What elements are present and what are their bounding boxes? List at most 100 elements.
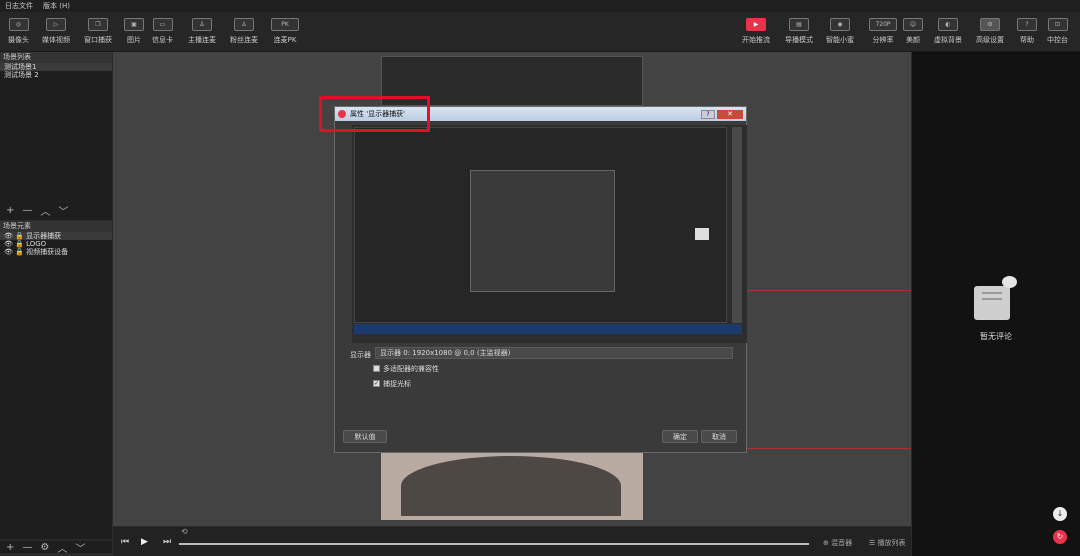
element-label: LOGO: [26, 240, 47, 248]
element-label: 视频捕获设备: [26, 248, 69, 256]
nested-app-image: [354, 127, 727, 323]
eye-icon[interactable]: 👁: [4, 232, 13, 240]
toolbar-label: 摄像头: [8, 36, 29, 44]
help-icon: ?: [1017, 18, 1037, 31]
virtual-bg-icon: ◐: [938, 18, 958, 31]
remove-icon[interactable]: —: [22, 205, 32, 216]
lock-icon[interactable]: 🔒: [15, 248, 24, 256]
refresh-icon[interactable]: ↻: [1053, 530, 1067, 544]
eye-icon[interactable]: 👁: [4, 248, 13, 256]
taskbar-image: [354, 324, 742, 334]
toolbar-label: 分辨率: [872, 36, 894, 44]
scene-item[interactable]: 测试场景1: [0, 63, 112, 71]
display-label: 显示器: [350, 351, 371, 359]
toolbar-button-beauty[interactable]: ☺ 美颜: [903, 18, 923, 45]
scene-item[interactable]: 测试场景 2: [0, 71, 112, 79]
toolbar: ◎ 摄像头 ▷ 媒体视频 ❐ 窗口捕获 ▣ 图片 ▭ 信息卡 ♙ 主播连麦 ♙ 粉丝连麦 PK 连麦PK ▶ 开始…: [0, 12, 1080, 52]
toolbar-label: 连麦PK: [273, 36, 297, 44]
nested-comment-icon: [695, 228, 709, 240]
toolbar-label: 粉丝连麦: [230, 36, 258, 44]
toolbar-button-image[interactable]: ▣ 图片: [124, 18, 144, 45]
empty-comment-icon: [970, 276, 1018, 322]
nested-dialog-image: [470, 170, 615, 292]
display-select-value: 显示器 0: 1920x1080 @ 0,0 (主监视器): [380, 349, 511, 357]
toolbar-label: 信息卡: [152, 36, 173, 44]
image-icon: ▣: [124, 18, 144, 31]
toolbar-button-help[interactable]: ? 帮助: [1017, 18, 1037, 45]
toolbar-button-settings[interactable]: ⚙ 高级设置: [976, 18, 1004, 45]
next-icon[interactable]: ⏭: [163, 537, 171, 547]
toolbar-label: 窗口捕获: [84, 36, 112, 44]
toolbar-button-stream[interactable]: ▶ 开始推流: [742, 18, 770, 45]
menu-log-file[interactable]: 日志文件: [5, 1, 33, 11]
menu-version[interactable]: 版本 (H): [43, 1, 70, 11]
toolbar-button-camera[interactable]: ◎ 摄像头: [8, 18, 29, 45]
settings-icon: ⚙: [980, 18, 1000, 31]
defaults-button[interactable]: 默认值: [343, 430, 387, 443]
dialog-preview-image: [352, 125, 747, 343]
multi-adapter-checkbox[interactable]: [373, 365, 380, 372]
toolbar-button-resolution[interactable]: 720P 分辨率: [869, 18, 897, 45]
toolbar-label: 中控台: [1047, 36, 1068, 44]
director-icon: ▤: [789, 18, 809, 31]
up-icon[interactable]: ︿: [40, 203, 50, 218]
remove-icon[interactable]: —: [22, 542, 32, 553]
previous-icon[interactable]: ⏮: [121, 537, 129, 547]
loop-icon[interactable]: ⟲: [181, 527, 188, 536]
multi-adapter-label: 多适配器的兼容性: [383, 365, 439, 373]
display-select[interactable]: 显示器 0: 1920x1080 @ 0,0 (主监视器): [375, 347, 733, 359]
comment-panel: 暂无评论 ↓ ↻: [912, 52, 1080, 556]
lock-icon[interactable]: 🔒: [15, 232, 24, 240]
progress-slider[interactable]: [179, 543, 809, 545]
element-item[interactable]: 👁 🔒 显示器捕获: [0, 232, 112, 240]
toolbar-button-assistant[interactable]: ◉ 智能小蜜: [826, 18, 854, 45]
element-item[interactable]: 👁 🔒 LOGO: [0, 240, 112, 248]
toolbar-button-pk[interactable]: PK 连麦PK: [271, 18, 299, 45]
toolbar-button-console[interactable]: ⊡ 中控台: [1047, 18, 1068, 45]
toolbar-label: 开始推流: [742, 36, 770, 44]
properties-dialog: 属性 '显示器捕获' ? ✕ 显示器 显示器 0: 1920x1080 @ 0,…: [334, 106, 747, 453]
up-icon[interactable]: ︿: [57, 540, 67, 555]
toolbar-label: 主播连麦: [188, 36, 216, 44]
add-icon[interactable]: +: [6, 542, 14, 553]
add-icon[interactable]: +: [6, 205, 14, 216]
toolbar-label: 智能小蜜: [826, 36, 854, 44]
toolbar-button-director[interactable]: ▤ 导播模式: [785, 18, 813, 45]
toolbar-button-play[interactable]: ▷ 媒体视频: [42, 18, 70, 45]
download-icon[interactable]: ↓: [1053, 507, 1067, 521]
element-item[interactable]: 👁 🔒 视频捕获设备: [0, 248, 112, 256]
toolbar-label: 帮助: [1020, 36, 1034, 44]
empty-comment-text: 暂无评论: [980, 332, 1012, 341]
toolbar-button-fans-link[interactable]: ♙ 粉丝连麦: [230, 18, 258, 45]
play-icon[interactable]: ▶: [141, 537, 148, 547]
toolbar-button-virtual-bg[interactable]: ◐ 虚拟背景: [934, 18, 962, 45]
playlist-label: 播放列表: [877, 539, 906, 547]
scene-list-panel: 场景列表 测试场景1 测试场景 2: [0, 52, 112, 220]
assistant-icon: ◉: [830, 18, 850, 31]
console-icon: ⊡: [1047, 18, 1068, 31]
preview-scrollbar[interactable]: [732, 127, 742, 323]
red-guide-line: [747, 448, 911, 449]
ok-button[interactable]: 确定: [662, 430, 698, 443]
element-label: 显示器捕获: [26, 232, 62, 240]
close-icon[interactable]: ✕: [717, 109, 743, 119]
lock-icon[interactable]: 🔒: [15, 240, 24, 248]
resolution-icon: 720P: [869, 18, 897, 31]
red-guide-line: [747, 290, 911, 291]
toolbar-button-user-link[interactable]: ♙ 主播连麦: [188, 18, 216, 45]
user-link-icon: ♙: [192, 18, 212, 31]
fans-link-icon: ♙: [234, 18, 254, 31]
toolbar-button-card[interactable]: ▭ 信息卡: [152, 18, 173, 45]
gear-icon[interactable]: ⚙: [40, 542, 49, 553]
beauty-icon: ☺: [903, 18, 923, 31]
playlist-button[interactable]: ☰ 播放列表: [869, 538, 906, 548]
cancel-button[interactable]: 取消: [701, 430, 737, 443]
eye-icon[interactable]: 👁: [4, 240, 13, 248]
capture-cursor-checkbox[interactable]: ✓: [373, 380, 380, 387]
down-icon[interactable]: ﹀: [58, 203, 68, 218]
window-icon: ❐: [88, 18, 108, 31]
help-icon[interactable]: ?: [701, 109, 715, 119]
toolbar-button-window[interactable]: ❐ 窗口捕获: [84, 18, 112, 45]
mixer-button[interactable]: ⊕ 混音器: [823, 538, 852, 548]
down-icon[interactable]: ﹀: [75, 540, 85, 555]
